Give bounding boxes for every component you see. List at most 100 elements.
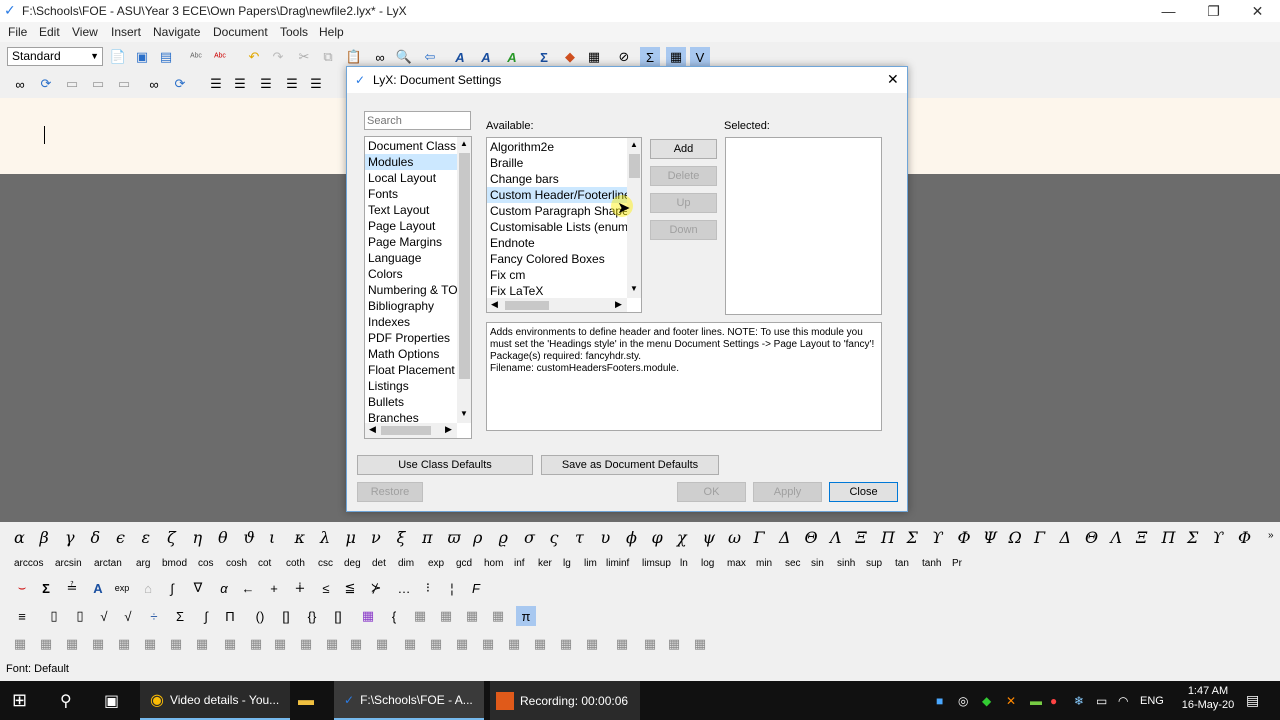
scroll-left-icon[interactable]: ◀ [491,299,498,310]
notifications-icon[interactable]: ▤ [1246,681,1259,720]
available-module-item[interactable]: Fix LaTeX [487,283,627,299]
greek-symbol-button[interactable]: η [193,528,203,547]
greek-symbol-button[interactable]: ϱ [499,528,508,547]
save-document-defaults-button[interactable]: Save as Document Defaults [541,455,719,475]
available-horizontal-scrollbar[interactable]: ◀ ▶ [487,298,627,312]
math-function-button[interactable]: tanh [922,558,941,569]
exp-style-icon[interactable]: exp [112,578,132,598]
menu-tools[interactable]: Tools [280,25,308,39]
greek-symbol-button[interactable]: ω [728,528,741,547]
greek-symbol-button[interactable]: Γ [754,528,765,547]
dots-icon[interactable]: … [394,578,414,598]
leq-icon[interactable]: ≤ [316,578,336,598]
math-function-button[interactable]: inf [514,558,525,569]
greek-symbol-button[interactable]: κ [295,528,306,547]
greek-symbol-button[interactable]: χ [677,528,687,547]
greek-symbol-button[interactable]: Γ [1034,528,1045,547]
greek-symbol-button[interactable]: ν [371,528,381,547]
greek-symbol-button[interactable]: π [422,528,433,547]
scroll-thumb[interactable] [505,301,549,310]
available-module-item[interactable]: Endnote [487,235,627,251]
math-function-button[interactable]: lg [563,558,571,569]
greek-symbol-button[interactable]: ϖ [448,528,461,547]
align-center-icon[interactable]: ☰ [230,74,250,94]
category-item[interactable]: Numbering & TOC [365,282,466,298]
insert-graphics-icon[interactable]: ◆ [560,47,580,67]
table-tool-icon[interactable]: ▦ [372,634,392,654]
greek-symbol-button[interactable]: Φ [958,528,971,547]
category-item[interactable]: Colors [365,266,457,282]
table-tool-icon[interactable]: ▦ [400,634,420,654]
scroll-right-icon[interactable]: ▶ [445,424,452,435]
greek-symbol-button[interactable]: Σ [907,528,918,547]
numbered-list-icon[interactable]: ☰ [282,74,302,94]
array-3-icon[interactable]: ▦ [462,606,482,626]
clock[interactable]: 1:47 AM 16-May-20 [1180,685,1236,711]
greek-symbol-button[interactable]: Θ [805,528,818,547]
table-tool-icon[interactable]: ▦ [664,634,684,654]
copy-icon[interactable]: ⧉ [318,47,338,67]
table-tool-icon[interactable]: ▦ [246,634,266,654]
text-style-2-icon[interactable]: A [476,47,496,67]
windows-start-icon[interactable]: ⊞ [12,681,27,720]
separator-icon[interactable]: ¦ [442,578,462,598]
math-function-button[interactable]: det [372,558,386,569]
greek-symbol-button[interactable]: Θ [1085,528,1098,547]
frame-icon[interactable]: ⌂ [138,578,158,598]
array-4-icon[interactable]: ▦ [488,606,508,626]
category-list[interactable]: Document Class Modules Local Layout Fonts Te… [364,136,472,439]
nabla-icon[interactable]: ∇ [188,578,208,598]
math-function-button[interactable]: csc [318,558,333,569]
save-icon[interactable]: ▤ [156,47,176,67]
math-function-button[interactable]: log [701,558,714,569]
tray-app-icon[interactable]: ■ [936,681,943,720]
table-tool-icon[interactable]: ▦ [504,634,524,654]
greek-symbol-button[interactable]: ψ [703,528,716,547]
math-function-button[interactable]: sup [866,558,882,569]
table-tool-icon[interactable]: ▦ [690,634,710,654]
close-window-button[interactable]: ✕ [1235,0,1280,22]
math-function-button[interactable]: arcsin [55,558,82,569]
math-function-button[interactable]: arg [136,558,150,569]
table-tool-icon[interactable]: ▦ [270,634,290,654]
update-icon[interactable]: ⟳ [36,74,56,94]
available-module-item[interactable]: Braille [487,155,627,171]
category-item[interactable]: PDF Properties [365,330,457,346]
scroll-thumb[interactable] [629,154,640,178]
close-button[interactable]: Close [829,482,898,502]
math-function-button[interactable]: sec [785,558,801,569]
category-item[interactable]: Listings [365,378,457,394]
parentheses-icon[interactable]: () [250,606,270,626]
math-function-button[interactable]: Pr [952,558,962,569]
greek-symbol-button[interactable]: υ [601,528,611,547]
selected-modules-list[interactable] [725,137,882,315]
math-function-button[interactable]: ln [680,558,688,569]
category-horizontal-scrollbar[interactable]: ◀ ▶ [365,423,457,438]
math-function-button[interactable]: tan [895,558,909,569]
product-icon[interactable]: Π [220,606,240,626]
search-input[interactable] [364,111,471,130]
restore-button[interactable]: Restore [357,482,423,502]
tray-tools-icon[interactable]: ✕ [1006,681,1016,720]
math-function-button[interactable]: coth [286,558,305,569]
taskbar-lyx[interactable]: ✓ F:\Schools\FOE - A... [334,681,484,720]
greek-symbol-button[interactable]: σ [524,528,535,547]
math-function-button[interactable]: liminf [606,558,629,569]
table-tool-icon[interactable]: ▦ [36,634,56,654]
table-tool-icon[interactable]: ▦ [10,634,30,654]
open-folder-icon[interactable]: ▣ [132,47,152,67]
toolbar-overflow-icon[interactable]: » [1268,530,1274,541]
box-brackets-icon[interactable]: [] [328,606,348,626]
scroll-right-icon[interactable]: ▶ [615,299,622,310]
greek-symbol-button[interactable]: Ω [1009,528,1022,547]
table-tool-icon[interactable]: ▦ [322,634,342,654]
category-item[interactable]: Fonts [365,186,457,202]
subscript-icon[interactable]: ⌣ [12,578,32,598]
greek-symbol-button[interactable]: Ξ [856,528,867,547]
category-item[interactable]: Bibliography [365,298,457,314]
paste-icon[interactable]: 📋 [344,47,364,67]
category-item[interactable]: Modules [365,154,457,170]
align-left-icon[interactable]: ☰ [206,74,226,94]
greek-symbol-button[interactable]: ϑ [244,528,255,547]
greek-symbol-button[interactable]: Σ [1187,528,1198,547]
